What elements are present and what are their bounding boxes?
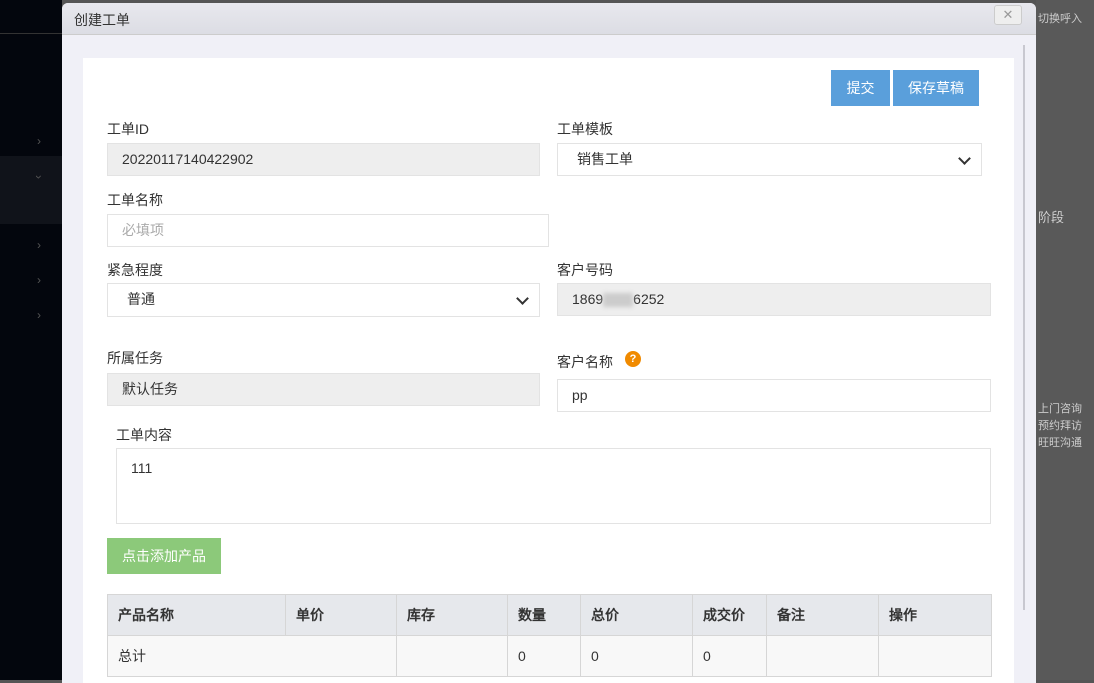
sidebar: › › › › › — [0, 0, 62, 680]
phone-redaction — [603, 293, 634, 308]
chevron-down-icon[interactable]: › — [32, 175, 46, 179]
template-value: 销售工单 — [577, 151, 633, 167]
col-header: 库存 — [396, 594, 508, 636]
save-draft-button[interactable]: 保存草稿 — [893, 70, 979, 106]
scrollbar[interactable] — [1023, 45, 1025, 610]
ticket-name-label: 工单名称 — [107, 192, 163, 208]
chevron-right-icon[interactable]: › — [37, 238, 41, 252]
ticket-name-input[interactable]: 必填项 — [107, 214, 549, 247]
total-quantity: 0 — [507, 635, 581, 677]
customer-name-label: 客户名称 — [557, 354, 613, 370]
table-cell — [766, 635, 879, 677]
task-label: 所属任务 — [107, 350, 163, 366]
ticket-id-label: 工单ID — [107, 121, 149, 137]
create-ticket-modal: 创建工单 ✕ 提交 保存草稿 工单ID 20220117140422902 工单… — [62, 3, 1036, 683]
phone-suffix: 6252 — [633, 291, 665, 307]
task-field[interactable]: 默认任务 — [107, 373, 540, 406]
bg-text: 切换呼入 — [1038, 13, 1082, 25]
content-label: 工单内容 — [116, 427, 172, 443]
chevron-right-icon[interactable]: › — [37, 273, 41, 287]
chevron-right-icon[interactable]: › — [37, 134, 41, 148]
background-page: 切换呼入 阶段 上门咨询 预约拜访 旺旺沟通 — [1036, 0, 1094, 680]
urgency-value: 普通 — [127, 291, 155, 307]
table-cell — [396, 635, 508, 677]
bg-text: 阶段 — [1038, 210, 1065, 225]
phone-label: 客户号码 — [557, 262, 613, 278]
help-icon[interactable]: ? — [625, 351, 641, 367]
submit-button[interactable]: 提交 — [831, 70, 890, 106]
table-row: 总计 0 0 0 — [107, 635, 992, 677]
ticket-id-field[interactable]: 20220117140422902 — [107, 143, 540, 176]
table-header-row: 产品名称 单价 库存 数量 总价 成交价 备注 操作 — [107, 594, 992, 636]
product-table: 产品名称 单价 库存 数量 总价 成交价 备注 操作 总计 0 0 0 — [107, 594, 992, 677]
col-header: 成交价 — [692, 594, 767, 636]
col-header: 产品名称 — [107, 594, 286, 636]
col-header: 备注 — [766, 594, 879, 636]
col-header: 总价 — [580, 594, 693, 636]
total-deal-price: 0 — [692, 635, 767, 677]
urgency-label: 紧急程度 — [107, 262, 163, 278]
modal-title: 创建工单 — [62, 3, 1036, 35]
customer-name-input[interactable]: pp — [557, 379, 991, 412]
template-select[interactable]: 销售工单 — [557, 143, 982, 176]
content-textarea[interactable]: 111 — [116, 448, 991, 524]
divider — [0, 33, 62, 34]
urgency-select[interactable]: 普通 — [107, 283, 540, 317]
bg-text: 旺旺沟通 — [1038, 437, 1082, 449]
total-label: 总计 — [107, 635, 397, 677]
sidebar-active-item[interactable] — [0, 156, 62, 224]
chevron-right-icon[interactable]: › — [37, 308, 41, 322]
close-icon[interactable]: ✕ — [994, 5, 1022, 25]
col-header: 单价 — [285, 594, 397, 636]
bg-text: 预约拜访 — [1038, 420, 1082, 432]
template-label: 工单模板 — [557, 121, 613, 137]
total-price: 0 — [580, 635, 693, 677]
form-panel: 提交 保存草稿 工单ID 20220117140422902 工单模板 销售工单… — [83, 58, 1014, 683]
phone-field[interactable]: 1869 6252 — [557, 283, 991, 316]
col-header: 数量 — [507, 594, 581, 636]
add-product-button[interactable]: 点击添加产品 — [107, 538, 221, 574]
phone-prefix: 1869 — [572, 291, 604, 307]
bg-text: 上门咨询 — [1038, 403, 1082, 415]
table-cell — [878, 635, 992, 677]
col-header: 操作 — [878, 594, 992, 636]
